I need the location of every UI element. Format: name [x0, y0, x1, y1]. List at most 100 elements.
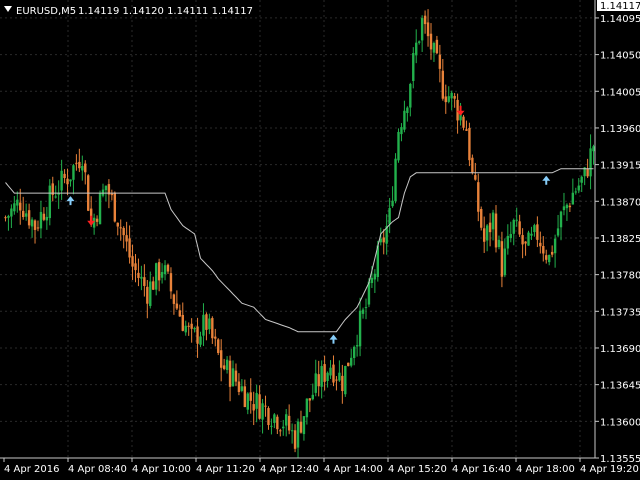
candle-body — [157, 262, 161, 281]
candle-body — [435, 39, 439, 54]
candle-body — [231, 368, 235, 387]
candle-body — [432, 42, 436, 53]
candle-body — [423, 15, 427, 25]
candle-body — [521, 235, 524, 245]
candle-body — [417, 41, 421, 43]
y-tick-label: 1.13915 — [600, 161, 640, 172]
candle-body — [302, 416, 306, 435]
candle-body — [160, 272, 164, 278]
candle-body — [163, 265, 167, 275]
candle-body — [465, 129, 468, 131]
candle-body — [270, 425, 273, 427]
candle-body — [480, 209, 483, 228]
candle-body — [95, 218, 99, 222]
candle-body — [154, 263, 158, 290]
x-tick-label: 4 Apr 19:20 — [580, 464, 639, 475]
candle-body — [332, 364, 335, 383]
candle-body — [116, 222, 119, 227]
candle-body — [30, 219, 34, 227]
x-tick-label: 4 Apr 11:20 — [196, 464, 255, 475]
candle-body — [586, 168, 589, 177]
candle-body — [137, 272, 140, 278]
candle-body — [491, 212, 495, 230]
candle-body — [562, 206, 566, 211]
candle-body — [240, 386, 244, 391]
x-tick-label: 4 Apr 08:40 — [68, 464, 127, 475]
candle-body — [42, 213, 46, 220]
candle-body — [553, 238, 557, 254]
candle-body — [403, 110, 406, 130]
y-tick-label: 1.13870 — [600, 197, 640, 208]
candle-body — [503, 248, 507, 276]
y-tick-label: 1.13690 — [600, 344, 640, 355]
candle-body — [146, 286, 149, 304]
candle-body — [338, 372, 341, 381]
candle-body — [314, 373, 317, 393]
candle-body — [415, 42, 418, 56]
candle-body — [299, 421, 303, 433]
x-tick-label: 4 Apr 18:00 — [516, 464, 575, 475]
candle-body — [267, 408, 270, 426]
candle-body — [279, 430, 282, 432]
candle-body — [391, 200, 394, 207]
candle-body — [24, 213, 28, 217]
candle-body — [33, 220, 37, 230]
candle-body — [400, 127, 403, 135]
candle-body — [335, 379, 338, 381]
candle-body — [341, 375, 344, 392]
candle-body — [482, 228, 486, 242]
candle-body — [128, 238, 131, 258]
candle-body — [27, 210, 31, 226]
candle-body — [565, 204, 569, 209]
candle-body — [500, 241, 504, 277]
candle-body — [305, 398, 309, 418]
x-tick-label: 4 Apr 14:00 — [324, 464, 383, 475]
candle-body — [237, 381, 241, 392]
candle-body — [143, 277, 146, 286]
candle-body — [258, 394, 261, 419]
candle-body — [542, 246, 545, 254]
candle-body — [429, 33, 433, 50]
candle-body — [450, 92, 453, 99]
candle-body — [60, 170, 63, 191]
candle-body — [456, 99, 459, 121]
y-tick-label: 1.13645 — [600, 381, 640, 392]
candle-body — [113, 192, 117, 222]
ohlc-label: 1.14119 1.14120 1.14111 1.14117 — [78, 6, 253, 17]
candle-body — [149, 281, 152, 306]
candle-body — [550, 251, 554, 255]
candle-body — [471, 157, 474, 173]
y-tick-label: 1.13960 — [600, 124, 640, 135]
candle-body — [352, 346, 356, 358]
price-chart[interactable]: 1.14095 1.14050 1.14005 1.13960 1.13915 1.138… — [0, 0, 640, 480]
candle-body — [122, 227, 125, 236]
candle-body — [592, 146, 595, 152]
candle-body — [311, 394, 314, 400]
y-tick-label: 1.14050 — [600, 51, 640, 62]
candle-body — [166, 264, 170, 272]
candle-body — [98, 193, 102, 225]
candle-body — [234, 370, 238, 382]
candle-body — [577, 185, 580, 191]
candle-body — [485, 225, 489, 241]
candle-body — [589, 148, 592, 177]
candle-body — [556, 228, 560, 236]
candle-body — [287, 415, 291, 431]
candle-body — [580, 176, 583, 183]
candle-body — [273, 414, 276, 423]
candle-body — [344, 365, 347, 395]
candle-body — [110, 193, 114, 196]
candle-body — [355, 345, 359, 347]
candle-body — [119, 227, 122, 229]
candle-body — [243, 386, 247, 408]
x-tick-label: 4 Apr 2016 — [4, 464, 59, 475]
candle-body — [193, 327, 196, 330]
candle-body — [131, 256, 134, 267]
candle-body — [462, 116, 465, 128]
candle-body — [441, 70, 445, 99]
candle-body — [246, 393, 249, 410]
candle-body — [447, 96, 450, 102]
candle-body — [104, 185, 108, 191]
x-tick-label: 4 Apr 15:20 — [388, 464, 447, 475]
candle-body — [285, 414, 288, 426]
